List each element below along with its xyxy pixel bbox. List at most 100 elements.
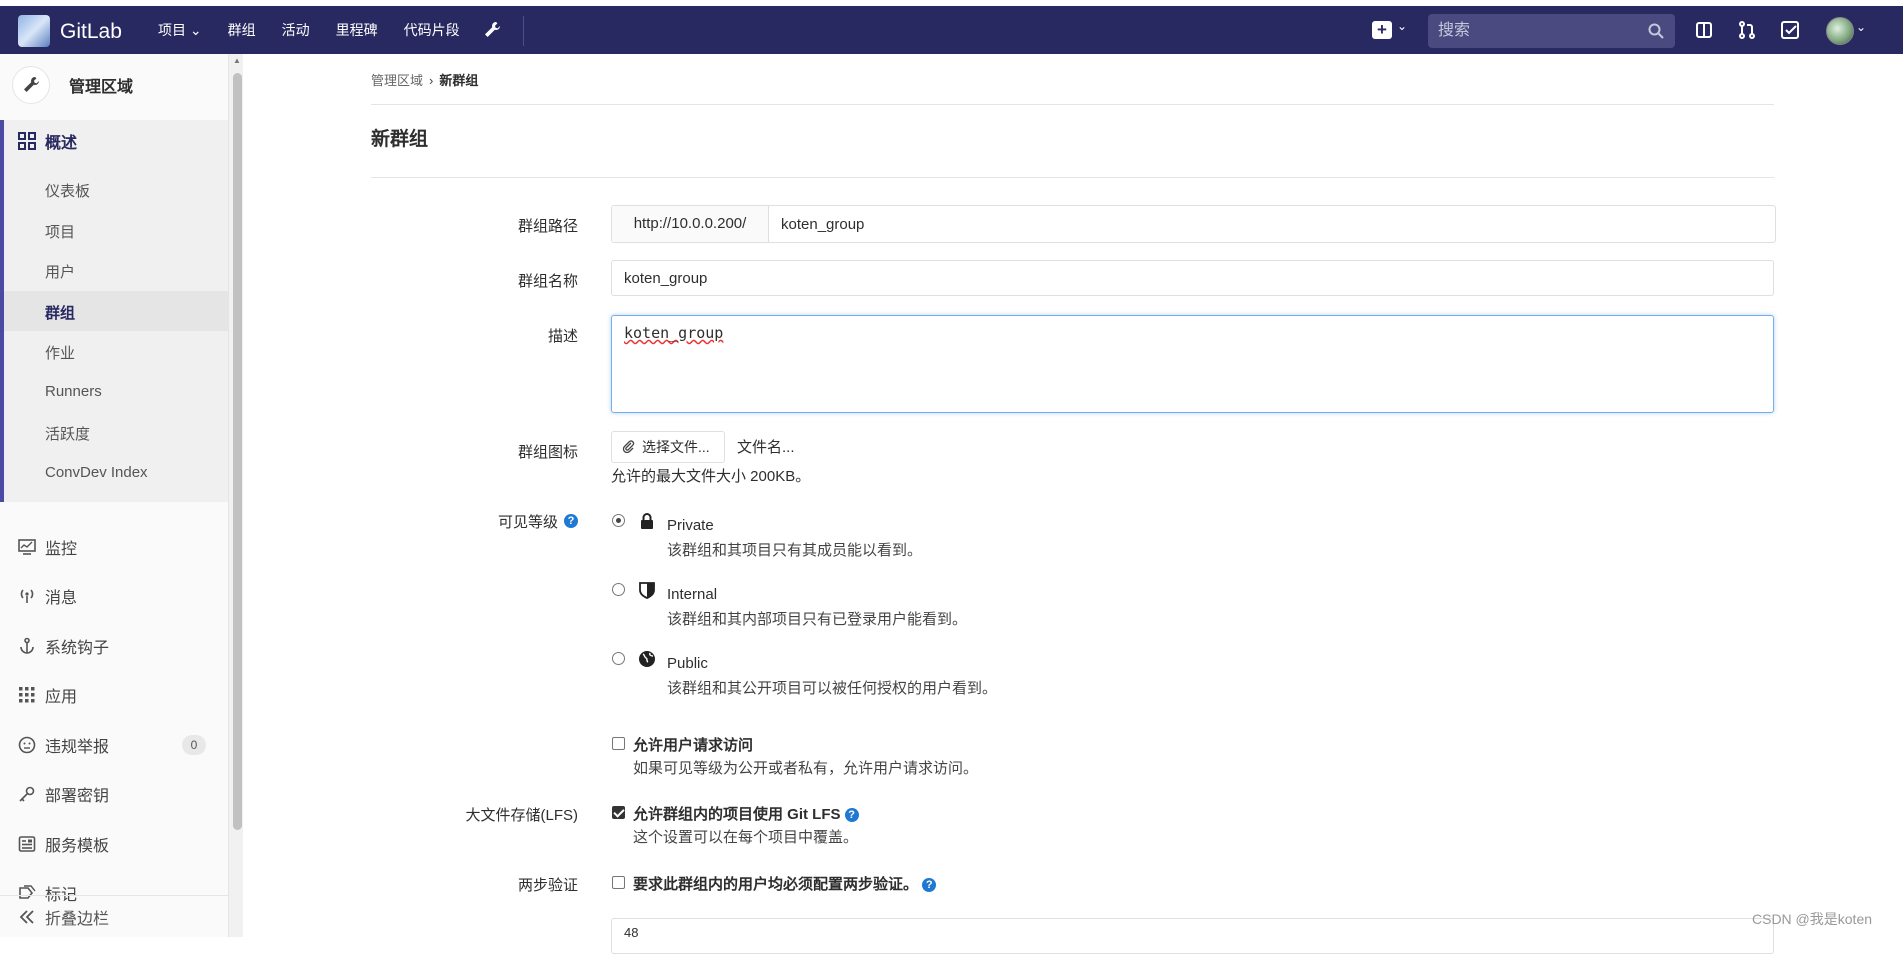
request-access-title: 允许用户请求访问 [633, 737, 754, 754]
lfs-title: 允许群组内的项目使用 Git LFS ? [633, 803, 859, 824]
visibility-label: 可见等级 [318, 511, 558, 532]
help-question-icon[interactable]: ? [922, 878, 937, 893]
visibility-public-desc: 该群组和其公开项目可以被任何授权的用户看到。 [667, 680, 998, 697]
admin-wrench-icon [12, 66, 50, 104]
group-path-input[interactable] [769, 206, 1775, 242]
grace-period-input[interactable]: 48 [611, 918, 1774, 954]
sidebar-header[interactable]: 管理区域 [12, 64, 228, 106]
breadcrumb: 管理区域 › 新群组 [371, 70, 478, 89]
search-icon[interactable] [1647, 22, 1665, 40]
user-avatar[interactable] [1826, 17, 1854, 45]
nav-link-projects[interactable]: 项目 ⌄ [158, 20, 202, 40]
sidebar-item-applications[interactable]: 应用 [0, 675, 228, 715]
lfs-checkbox[interactable] [612, 806, 625, 819]
sidebar-scrollbar-thumb[interactable] [233, 73, 242, 830]
admin-sidebar: 管理区域 概述 仪表板 项目 用户 群组 作业 Runners 活跃度 Conv… [0, 54, 229, 937]
help-question-icon[interactable]: ? [564, 514, 578, 528]
sidebar-subitem-users[interactable]: 用户 [45, 261, 75, 282]
visibility-internal-title: Internal [667, 586, 718, 603]
visibility-public-radio[interactable] [612, 652, 625, 665]
sidebar-subitem-dashboard[interactable]: 仪表板 [45, 180, 90, 201]
sidebar-item-system-hooks[interactable]: 系统钩子 [0, 626, 228, 666]
grid-icon [18, 132, 36, 150]
sidebar-item-label: 部署密钥 [45, 788, 110, 805]
group-avatar-label: 群组图标 [517, 444, 578, 461]
two-factor-label: 两步验证 [517, 877, 578, 894]
count-badge: 0 [182, 735, 206, 755]
sidebar-subitem-jobs[interactable]: 作业 [45, 342, 75, 363]
sidebar-item-monitoring[interactable]: 监控 [0, 527, 228, 567]
group-path-prefix: http://10.0.0.200/ [612, 206, 769, 242]
description-textarea[interactable]: koten_group [611, 315, 1774, 413]
two-factor-title-text: 要求此群组内的用户均必须配置两步验证。 [633, 876, 919, 893]
sidebar-toggle-icon[interactable] [1693, 19, 1715, 41]
group-name-input[interactable] [611, 260, 1774, 296]
lfs-desc: 这个设置可以在每个项目中覆盖。 [633, 829, 859, 846]
sidebar-subitem-projects[interactable]: 项目 [45, 221, 75, 242]
nav-link-milestones[interactable]: 里程碑 [336, 20, 378, 40]
page-title: 新群组 [371, 129, 429, 150]
request-access-checkbox[interactable] [612, 737, 625, 750]
template-icon [18, 836, 36, 852]
visibility-public-title: Public [667, 655, 708, 672]
visibility-private-desc: 该群组和其项目只有其成员能以看到。 [667, 542, 923, 559]
lfs-label: 大文件存储(LFS) [465, 807, 578, 824]
scroll-up-arrow-icon[interactable]: ▲ [233, 56, 241, 65]
sidebar-title: 管理区域 [69, 79, 134, 96]
sidebar-item-abuse-reports[interactable]: 违规举报 0 [0, 725, 228, 765]
sidebar-item-overview[interactable]: 概述 [0, 120, 228, 162]
visibility-internal-radio[interactable] [612, 583, 625, 596]
gitlab-logo[interactable] [18, 15, 50, 47]
choose-file-button[interactable]: 选择文件... [611, 431, 725, 463]
sidebar-item-label: 应用 [45, 689, 78, 706]
search-box[interactable] [1428, 14, 1675, 48]
choose-file-label: 选择文件... [642, 439, 710, 455]
group-path-label: 群组路径 [517, 218, 578, 235]
search-input[interactable] [1428, 14, 1648, 48]
group-name-label: 群组名称 [517, 273, 578, 290]
sidebar-item-label: 监控 [45, 541, 78, 558]
brand-name[interactable]: GitLab [60, 20, 122, 44]
sidebar-item-service-templates[interactable]: 服务模板 [0, 824, 228, 864]
nav-links: 项目 ⌄ 群组 活动 里程碑 代码片段 [158, 6, 460, 54]
breadcrumb-current[interactable]: 新群组 [439, 73, 478, 88]
admin-wrench-icon[interactable] [482, 20, 502, 40]
two-factor-title: 要求此群组内的用户均必须配置两步验证。 ? [633, 873, 937, 894]
monitor-icon [18, 539, 36, 555]
shield-icon [639, 582, 655, 599]
sidebar-subitem-activity[interactable]: 活跃度 [45, 423, 90, 444]
merge-request-icon[interactable] [1736, 19, 1758, 41]
sidebar-subitem-groups[interactable]: 群组 [45, 302, 75, 323]
nav-link-activity[interactable]: 活动 [282, 20, 310, 40]
sidebar-item-label: 系统钩子 [45, 640, 110, 657]
sidebar-item-messages[interactable]: 消息 [0, 576, 228, 616]
visibility-private-radio[interactable] [612, 514, 625, 527]
lock-icon [641, 513, 653, 529]
breadcrumb-parent[interactable]: 管理区域 [371, 73, 423, 88]
help-question-icon[interactable]: ? [844, 808, 859, 823]
key-icon [19, 786, 35, 802]
chevron-down-icon[interactable]: ⌄ [1856, 20, 1866, 34]
chevron-down-icon[interactable]: ⌄ [1397, 19, 1407, 33]
top-navbar: GitLab 项目 ⌄ 群组 活动 里程碑 代码片段 + ⌄ ⌄ [0, 6, 1903, 54]
double-chevron-left-icon [19, 910, 34, 924]
file-name-text: 文件名... [737, 439, 795, 456]
sidebar-subitem-runners[interactable]: Runners [45, 383, 102, 400]
todo-check-icon[interactable] [1779, 19, 1801, 41]
csdn-watermark: CSDN @我是koten [1752, 911, 1873, 927]
two-factor-checkbox[interactable] [612, 876, 625, 889]
apps-grid-icon [19, 687, 35, 703]
nav-link-groups[interactable]: 群组 [228, 20, 256, 40]
sidebar-item-label: 概述 [45, 135, 78, 152]
collapse-sidebar-button[interactable]: 折叠边栏 [0, 895, 228, 938]
nav-link-snippets[interactable]: 代码片段 [404, 20, 460, 40]
max-file-size-hint: 允许的最大文件大小 200KB。 [611, 468, 811, 485]
divider [371, 177, 1774, 178]
sidebar-item-deploy-keys[interactable]: 部署密钥 [0, 774, 228, 814]
sidebar-subitem-convdev-index[interactable]: ConvDev Index [45, 464, 148, 481]
description-label: 描述 [547, 328, 578, 345]
visibility-private-title: Private [667, 517, 714, 534]
new-plus-icon[interactable]: + [1372, 21, 1392, 39]
visibility-internal-desc: 该群组和其内部项目只有已登录用户能看到。 [667, 611, 968, 628]
anchor-icon [20, 637, 34, 654]
